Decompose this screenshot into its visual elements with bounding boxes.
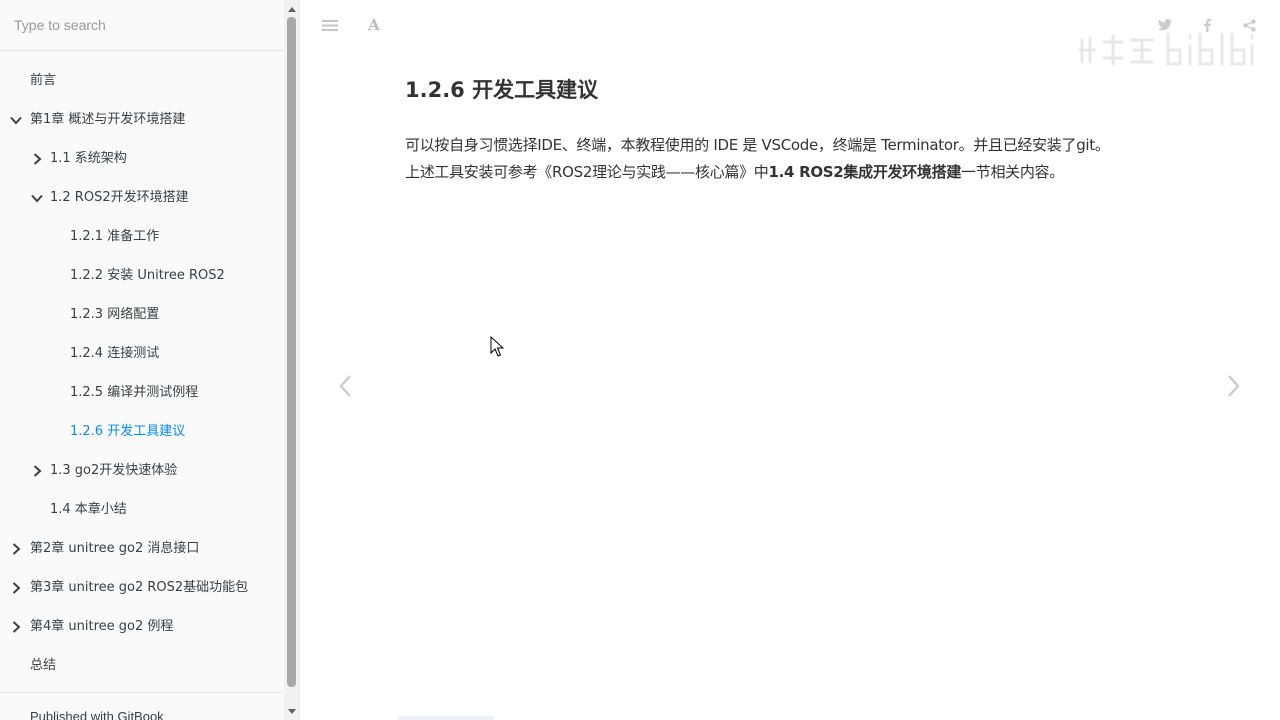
toc-item[interactable]: 1.2.3 网络配置: [0, 295, 283, 334]
toc-item-label: 1.1 系统架构: [50, 151, 127, 166]
toc-item-label: 1.2.3 网络配置: [70, 307, 160, 322]
toc-item[interactable]: 前言: [0, 61, 283, 100]
table-of-contents: 前言第1章 概述与开发环境搭建 1.1 系统架构 1.2 ROS2开发环境搭建 1.2…: [0, 61, 283, 685]
toc-item[interactable]: 第1章 概述与开发环境搭建: [0, 100, 283, 139]
toc-item[interactable]: 1.2.5 编译并测试例程: [0, 373, 283, 412]
toc-item-label: 1.2.2 安装 Unitree ROS2: [70, 268, 225, 283]
toc-item[interactable]: 1.1 系统架构: [0, 139, 283, 178]
reference-section-bold: 1.4 ROS2集成开发环境搭建: [768, 163, 962, 181]
chevron-right-icon[interactable]: [30, 451, 44, 490]
chevron-right-icon[interactable]: [9, 607, 23, 646]
chevron-down-icon[interactable]: [9, 100, 23, 139]
toc-item-label: 第2章 unitree go2 消息接口: [30, 541, 200, 556]
toc-item[interactable]: 1.2 ROS2开发环境搭建: [0, 178, 283, 217]
toc-item-label: 1.4 本章小结: [50, 502, 127, 517]
scroll-down-arrow-icon[interactable]: [284, 703, 299, 720]
font-settings-button[interactable]: A: [363, 14, 385, 36]
chevron-right-icon[interactable]: [9, 529, 23, 568]
chevron-right-icon[interactable]: [9, 568, 23, 607]
toc-item-label: 1.2.5 编译并测试例程: [70, 385, 199, 400]
toc-item-label: 1.2.4 连接测试: [70, 346, 160, 361]
published-with-gitbook-link[interactable]: Published with GitBook: [30, 709, 164, 720]
toc-item[interactable]: 1.2.4 连接测试: [0, 334, 283, 373]
previous-page-button[interactable]: [333, 370, 357, 402]
toc-item[interactable]: 总结: [0, 646, 283, 685]
search-input[interactable]: [14, 14, 274, 36]
gitbook-footer: Published with GitBook: [0, 692, 283, 720]
toc-item-label: 第3章 unitree go2 ROS2基础功能包: [30, 580, 249, 595]
mouse-pointer-icon: [490, 336, 504, 357]
menu-icon: [322, 19, 338, 31]
toc-item[interactable]: 1.2.6 开发工具建议: [0, 412, 283, 451]
toc-item[interactable]: 第4章 unitree go2 例程: [0, 607, 283, 646]
search-box: [0, 0, 283, 51]
toc-item[interactable]: 1.4 本章小结: [0, 490, 283, 529]
scrollbar-thumb[interactable]: [287, 17, 296, 687]
paragraph-line-2-text: 上述工具安装可参考《ROS2理论与实践——核心篇》中: [405, 163, 769, 181]
chevron-right-icon: [1228, 375, 1240, 397]
toc-item-label: 1.2.1 准备工作: [70, 229, 160, 244]
toc-item-label: 第4章 unitree go2 例程: [30, 619, 174, 634]
toc-item[interactable]: 1.2.2 安装 Unitree ROS2: [0, 256, 283, 295]
content-paragraph: 可以按自身习惯选择IDE、终端，本教程使用的 IDE 是 VSCode，终端是 …: [405, 132, 1195, 186]
page-title: 1.2.6 开发工具建议: [405, 78, 599, 102]
sidebar-scrollbar[interactable]: [284, 0, 299, 720]
toc-item-label: 1.2 ROS2开发环境搭建: [50, 190, 189, 205]
chevron-down-icon[interactable]: [30, 178, 44, 217]
toc-item[interactable]: 1.2.1 准备工作: [0, 217, 283, 256]
paragraph-line-2-end: 一节相关内容。: [961, 163, 1064, 181]
paragraph-line-1: 可以按自身习惯选择IDE、终端，本教程使用的 IDE 是 VSCode，终端是 …: [405, 136, 1110, 154]
chevron-left-icon: [339, 375, 351, 397]
watermark-logo: [1078, 32, 1254, 66]
scroll-up-arrow-icon[interactable]: [284, 0, 299, 17]
toggle-sidebar-button[interactable]: [319, 14, 341, 36]
toc-item-label: 1.2.6 开发工具建议: [70, 424, 186, 439]
next-page-button[interactable]: [1222, 370, 1246, 402]
toc-item-label: 第1章 概述与开发环境搭建: [30, 112, 186, 127]
bottom-edge-highlight: [398, 716, 494, 720]
toc-item[interactable]: 第3章 unitree go2 ROS2基础功能包: [0, 568, 283, 607]
toc-item-label: 前言: [30, 73, 57, 88]
toc-item-label: 1.3 go2开发快速体验: [50, 463, 178, 478]
toc-item-label: 总结: [30, 658, 57, 673]
toc-item[interactable]: 第2章 unitree go2 消息接口: [0, 529, 283, 568]
sidebar: 前言第1章 概述与开发环境搭建 1.1 系统架构 1.2 ROS2开发环境搭建 1.2…: [0, 0, 300, 720]
chevron-right-icon[interactable]: [30, 139, 44, 178]
toc-item[interactable]: 1.3 go2开发快速体验: [0, 451, 283, 490]
page-content: 1.2.6 开发工具建议 可以按自身习惯选择IDE、终端，本教程使用的 IDE …: [405, 70, 1195, 186]
